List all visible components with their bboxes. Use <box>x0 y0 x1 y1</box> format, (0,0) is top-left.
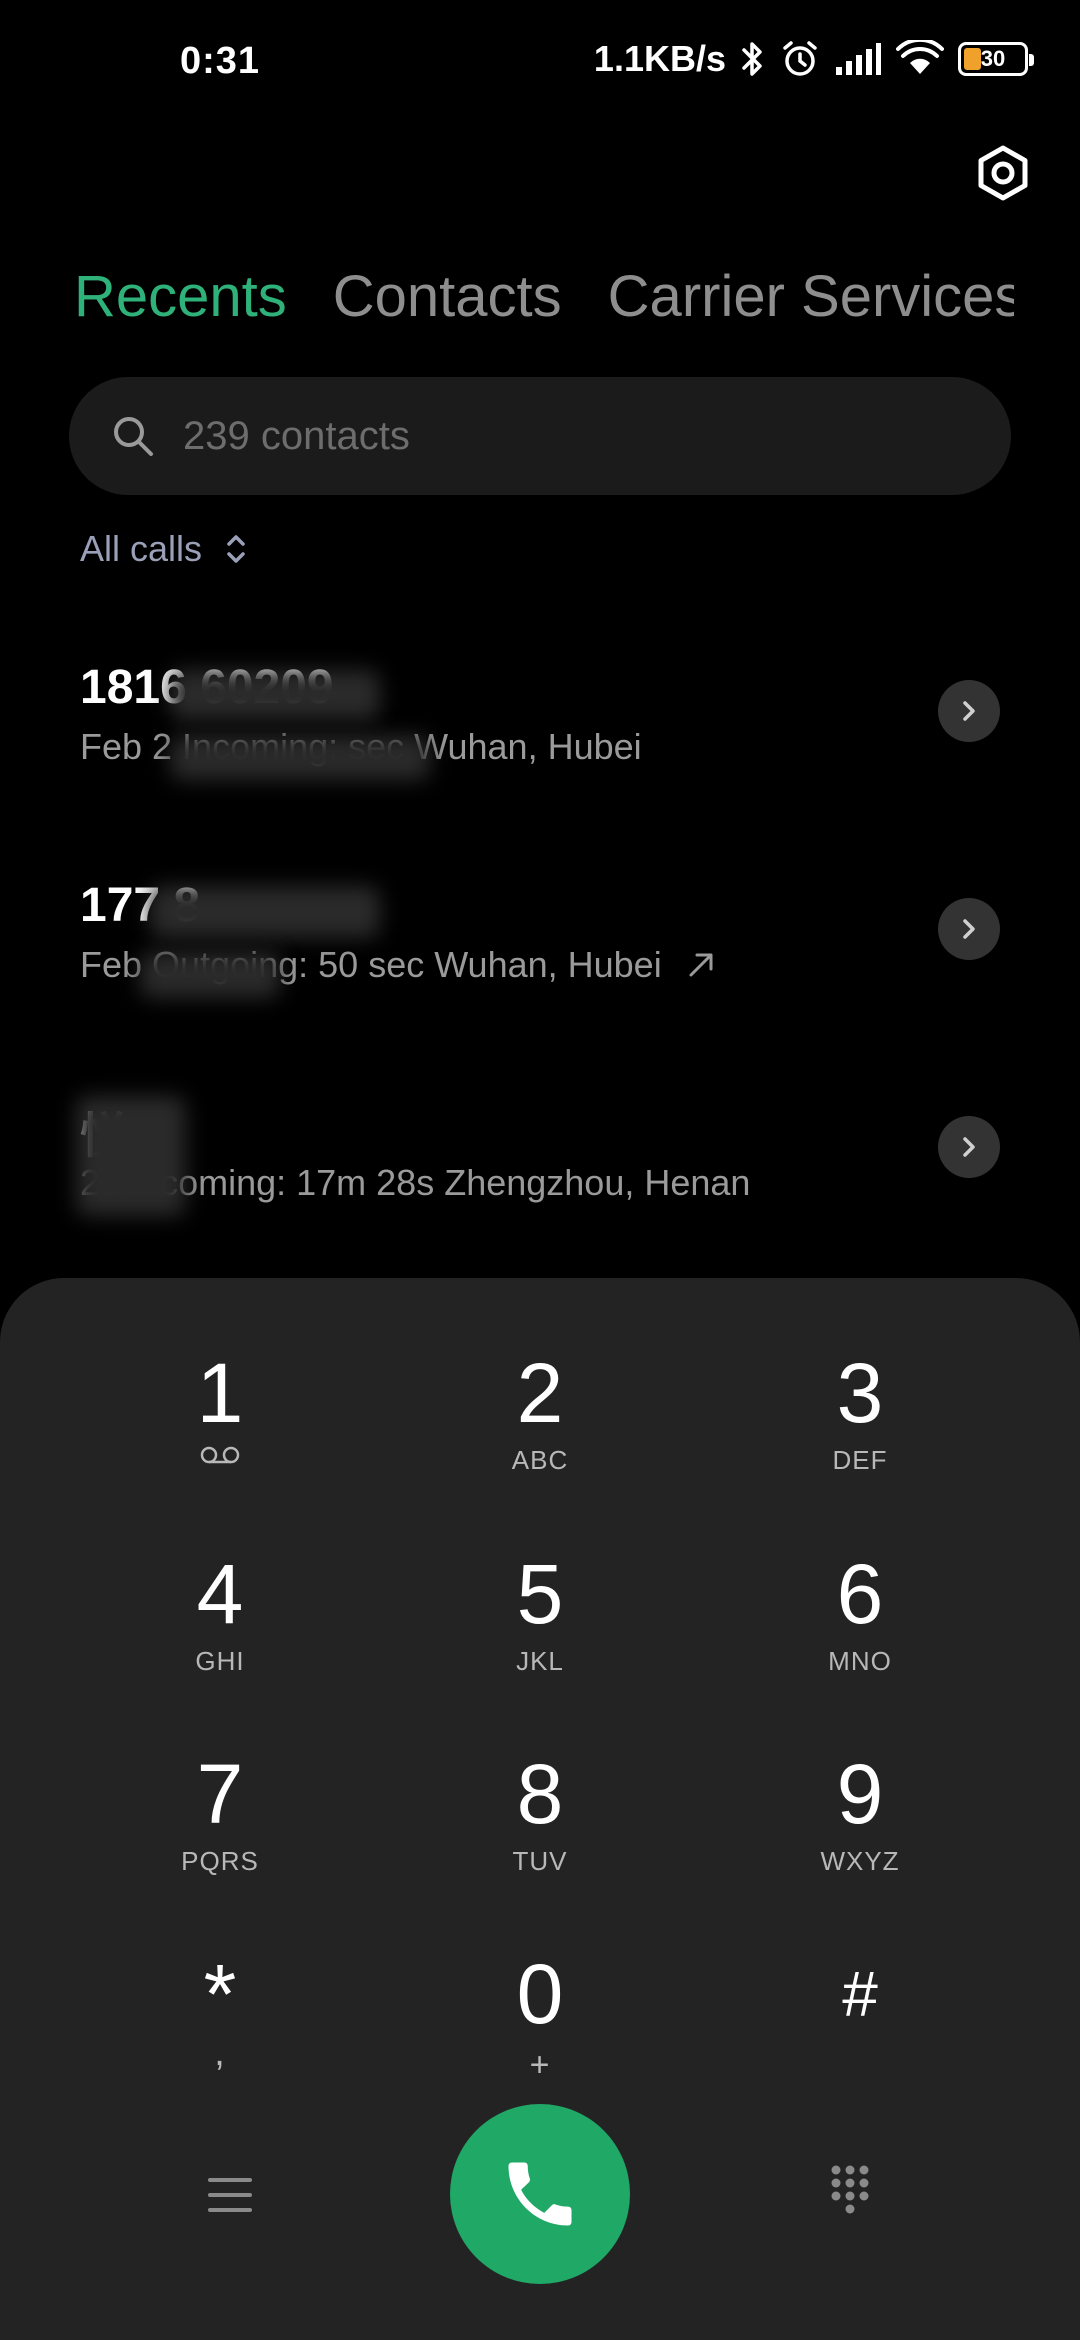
key-digit: 8 <box>516 1747 564 1841</box>
key-digit: 7 <box>196 1747 244 1841</box>
key-letters: GHI <box>195 1646 245 1676</box>
keypad-toggle-button[interactable] <box>810 2150 890 2230</box>
key-letters: + <box>529 2046 551 2084</box>
key-digit: 4 <box>196 1547 244 1641</box>
list-item[interactable]: 177 8 Feb Outgoing: 50 sec Wuhan, Hubei <box>0 878 1080 1038</box>
key-letters: TUV <box>512 1846 568 1876</box>
list-item[interactable]: 1816 60209 Feb 2 Incoming: sec Wuhan, Hu… <box>0 660 1080 820</box>
filter-label: All calls <box>80 528 203 569</box>
tab-recents[interactable]: Recents <box>74 262 287 332</box>
key-letters: JKL <box>516 1646 564 1676</box>
key-digit: 5 <box>516 1547 564 1641</box>
search-input[interactable]: 239 contacts <box>69 377 1011 495</box>
key-letters: PQRS <box>181 1846 259 1876</box>
redaction-blur <box>140 952 280 998</box>
menu-button[interactable] <box>190 2160 270 2230</box>
sort-chevrons-icon <box>227 535 245 563</box>
call-filter-dropdown[interactable]: All calls <box>80 528 248 570</box>
dialpad-key-9[interactable]: 9 WXYZ <box>700 1746 1020 1926</box>
battery-icon: 30 <box>958 42 1034 76</box>
call-button[interactable] <box>450 2104 630 2284</box>
dialpad-key-hash[interactable]: # <box>700 1946 1020 2126</box>
key-letters: ABC <box>511 1445 569 1475</box>
key-digit: # <box>842 1958 878 2030</box>
keypad-icon <box>831 2165 869 2214</box>
redaction-blur <box>76 1096 186 1216</box>
status-icons: 1.1KB/s 30 <box>593 38 1034 80</box>
dialer-screen: 0:31 1.1KB/s 30 Recents Contacts Carrier… <box>0 0 1080 2340</box>
chevron-right-icon <box>963 701 975 721</box>
alarm-icon <box>783 41 817 76</box>
settings-icon <box>978 145 1028 201</box>
status-time: 0:31 <box>180 40 261 82</box>
key-letters: WXYZ <box>820 1846 900 1876</box>
outgoing-arrow-icon <box>689 953 713 977</box>
list-item[interactable]: 悦 25 Incoming: 17m 28s Zhengzhou, Henan <box>0 1096 1080 1256</box>
key-letters: DEF <box>832 1445 888 1475</box>
key-letters: MNO <box>828 1646 892 1676</box>
dialpad-key-6[interactable]: 6 MNO <box>700 1546 1020 1726</box>
dialpad-key-7[interactable]: 7 PQRS <box>60 1746 380 1926</box>
chevron-right-icon <box>963 919 975 939</box>
redaction-blur <box>170 736 430 780</box>
dialpad-key-5[interactable]: 5 JKL <box>380 1546 700 1726</box>
menu-icon <box>208 2178 252 2212</box>
call-details-button[interactable] <box>938 898 1000 960</box>
key-digit: 2 <box>516 1346 564 1440</box>
dialpad-key-star[interactable]: * , <box>60 1946 380 2126</box>
signal-icon <box>836 43 881 75</box>
key-digit: 1 <box>196 1346 244 1440</box>
dialpad-key-3[interactable]: 3 DEF <box>700 1345 1020 1525</box>
tab-contacts[interactable]: Contacts <box>333 262 562 332</box>
call-details-button[interactable] <box>938 680 1000 742</box>
voicemail-icon <box>200 1446 240 1464</box>
status-bar: 0:31 1.1KB/s 30 <box>0 0 1080 120</box>
key-digit: * <box>203 1947 237 2041</box>
search-icon <box>114 417 153 456</box>
key-digit: 9 <box>836 1747 884 1841</box>
call-details-button[interactable] <box>938 1116 1000 1178</box>
bluetooth-icon <box>742 42 762 76</box>
phone-icon <box>508 2162 572 2226</box>
network-speed: 1.1KB/s <box>593 38 726 79</box>
redaction-blur <box>170 670 380 720</box>
dialpad-key-1[interactable]: 1 <box>60 1345 380 1525</box>
tab-carrier-services[interactable]: Carrier Services <box>608 262 1014 332</box>
key-digit: 3 <box>836 1346 884 1440</box>
wifi-icon <box>896 40 944 74</box>
dialpad-key-0[interactable]: 0 + <box>380 1946 700 2126</box>
dialpad-key-2[interactable]: 2 ABC <box>380 1345 700 1525</box>
dialpad-key-8[interactable]: 8 TUV <box>380 1746 700 1926</box>
redaction-blur <box>150 886 380 938</box>
battery-level: 30 <box>980 46 1006 71</box>
key-digit: 0 <box>516 1947 564 2041</box>
settings-button[interactable] <box>968 138 1038 208</box>
tab-bar: Recents Contacts Carrier Services <box>74 262 1014 332</box>
chevron-right-icon <box>963 1137 975 1157</box>
search-placeholder: 239 contacts <box>183 413 410 458</box>
key-digit: 6 <box>836 1547 884 1641</box>
dialpad-key-4[interactable]: 4 GHI <box>60 1546 380 1726</box>
key-letters: , <box>214 2032 226 2074</box>
